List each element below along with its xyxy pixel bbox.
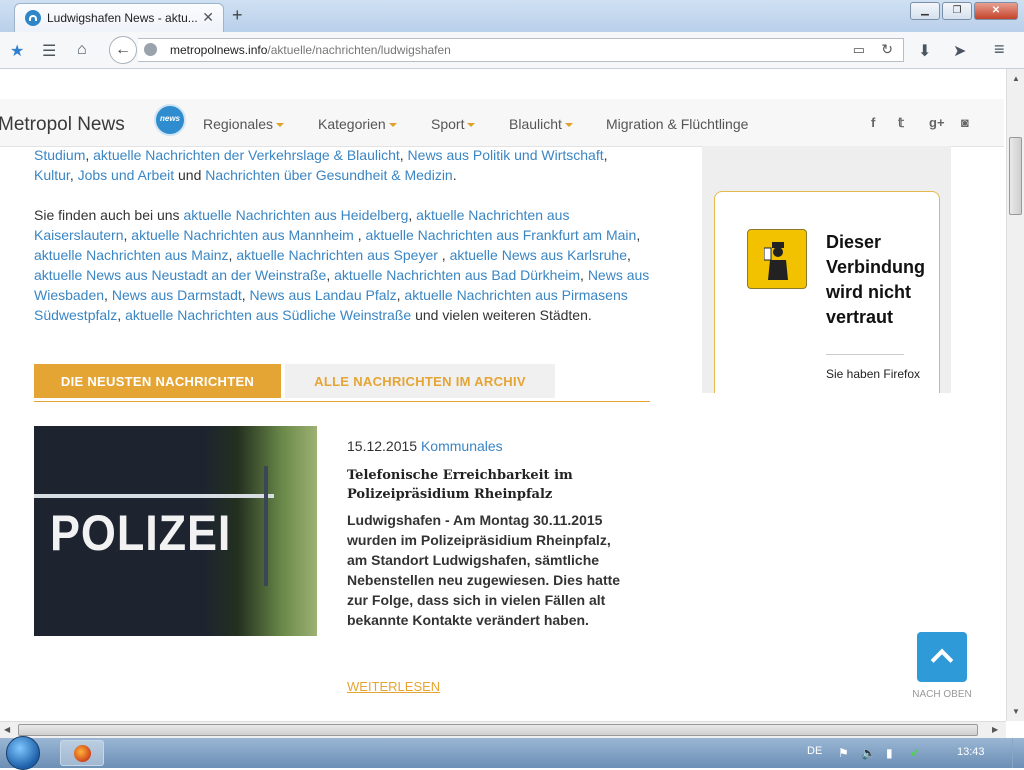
vertical-scrollbar[interactable]: ▲ ▼ bbox=[1006, 69, 1024, 721]
sidebar: Dieser Verbindung wird nicht vertraut Si… bbox=[702, 146, 951, 393]
horizontal-scrollbar[interactable]: ◀ ▶ bbox=[0, 721, 1006, 738]
firefox-taskbar-button[interactable] bbox=[60, 740, 104, 766]
link-bad-duerkheim[interactable]: aktuelle Nachrichten aus Bad Dürkheim bbox=[334, 267, 580, 283]
network-icon[interactable]: ▮ bbox=[886, 746, 893, 760]
menu-item-kategorien[interactable]: Kategorien bbox=[318, 116, 397, 132]
send-icon[interactable]: ➤ bbox=[953, 41, 966, 61]
link-darmstadt[interactable]: News aus Darmstadt bbox=[112, 287, 242, 303]
site-favicon-icon bbox=[25, 10, 41, 26]
link-studium[interactable]: Studium bbox=[34, 147, 85, 163]
language-indicator[interactable]: DE bbox=[807, 745, 822, 757]
hamburger-menu-icon[interactable]: ≡ bbox=[994, 39, 1005, 60]
home-icon[interactable]: ⌂ bbox=[77, 41, 87, 59]
menu-item-migration[interactable]: Migration & Flüchtlinge bbox=[606, 116, 748, 132]
reading-list-icon[interactable]: ☰ bbox=[42, 41, 56, 61]
caret-down-icon bbox=[564, 123, 573, 128]
link-mannheim[interactable]: aktuelle Nachrichten aus Mannheim bbox=[131, 227, 354, 243]
minimize-button[interactable]: ▁ bbox=[910, 2, 940, 20]
article-image[interactable]: POLIZEI bbox=[34, 426, 317, 636]
link-landau[interactable]: News aus Landau Pfalz bbox=[250, 287, 397, 303]
warning-text: Sie haben Firefox bbox=[826, 367, 921, 381]
bookmark-star-icon[interactable]: ★ bbox=[10, 41, 24, 61]
link-speyer[interactable]: aktuelle Nachrichten aus Speyer bbox=[236, 247, 438, 263]
link-mainz[interactable]: aktuelle Nachrichten aus Mainz bbox=[34, 247, 229, 263]
close-window-button[interactable]: ✕ bbox=[974, 2, 1018, 20]
horizontal-scroll-thumb[interactable] bbox=[18, 724, 978, 736]
volume-icon[interactable]: 🔈 bbox=[861, 746, 876, 760]
maximize-button[interactable]: ❐ bbox=[942, 2, 972, 20]
browser-titlebar: Ludwigshafen News - aktu... ✕ + ▁ ❐ ✕ bbox=[0, 0, 1024, 32]
reader-view-icon[interactable]: ▭ bbox=[853, 42, 865, 58]
instagram-icon[interactable]: ◙ bbox=[961, 115, 969, 130]
link-gesundheit-medizin[interactable]: Nachrichten über Gesundheit & Medizin bbox=[205, 167, 452, 183]
twitter-icon[interactable]: 𝕥 bbox=[898, 115, 904, 131]
article-image-text: POLIZEI bbox=[50, 505, 232, 561]
update-check-icon[interactable]: ✔ bbox=[910, 746, 920, 760]
browser-navbar: ★ ☰ ⌂ ← metropolnews.info/aktuelle/nachr… bbox=[0, 32, 1024, 69]
link-neustadt[interactable]: aktuelle News aus Neustadt an der Weinst… bbox=[34, 267, 326, 283]
action-center-flag-icon[interactable]: ⚑ bbox=[838, 746, 849, 760]
untrusted-connection-frame: Dieser Verbindung wird nicht vertraut Si… bbox=[714, 191, 940, 393]
article-date: 15.12.2015 bbox=[347, 438, 418, 454]
scroll-down-icon[interactable]: ▼ bbox=[1012, 707, 1020, 716]
browser-tab[interactable]: Ludwigshafen News - aktu... ✕ bbox=[14, 3, 224, 32]
new-tab-button[interactable]: + bbox=[232, 5, 243, 26]
warning-title: Dieser Verbindung wird nicht vertraut bbox=[826, 232, 925, 327]
download-icon[interactable]: ⬇ bbox=[918, 41, 931, 61]
firefox-icon bbox=[74, 745, 91, 762]
link-karlsruhe[interactable]: aktuelle News aus Karlsruhe bbox=[450, 247, 627, 263]
link-suedliche-weinstrasse[interactable]: aktuelle Nachrichten aus Südliche Weinst… bbox=[125, 307, 411, 323]
tab-title: Ludwigshafen News - aktu... bbox=[47, 11, 198, 25]
link-jobs-arbeit[interactable]: Jobs und Arbeit bbox=[78, 167, 175, 183]
windows-taskbar: DE ⚑ 🔈 ▮ ✔ 13:43 bbox=[0, 736, 1024, 770]
site-logo[interactable]: news bbox=[154, 104, 186, 136]
article-title[interactable]: Telefonische Erreichbarkeit im Polizeipr… bbox=[347, 466, 607, 504]
url-bar[interactable]: metropolnews.info/aktuelle/nachrichten/l… bbox=[138, 38, 904, 62]
tab-archive[interactable]: ALLE NACHRICHTEN IM ARCHIV bbox=[285, 364, 555, 398]
tab-newest-news[interactable]: DIE NEUSTEN NACHRICHTEN bbox=[34, 364, 281, 398]
show-desktop-button[interactable] bbox=[1012, 738, 1024, 768]
news-tabs: DIE NEUSTEN NACHRICHTEN ALLE NACHRICHTEN… bbox=[34, 364, 650, 402]
link-kultur[interactable]: Kultur bbox=[34, 167, 70, 183]
caret-down-icon bbox=[276, 123, 285, 128]
article-excerpt: Ludwigshafen - Am Montag 30.11.2015 wurd… bbox=[347, 512, 621, 628]
policeman-warning-icon bbox=[747, 229, 807, 289]
back-to-top-label: NACH OBEN bbox=[912, 689, 972, 700]
site-brand[interactable]: Metropol News bbox=[0, 114, 125, 136]
intro-paragraph-2: Sie finden auch bei uns aktuelle Nachric… bbox=[34, 207, 650, 323]
scroll-right-icon[interactable]: ▶ bbox=[992, 725, 998, 734]
link-verkehrslage-blaulicht[interactable]: aktuelle Nachrichten der Verkehrslage & … bbox=[93, 147, 400, 163]
link-heidelberg[interactable]: aktuelle Nachrichten aus Heidelberg bbox=[183, 207, 408, 223]
link-frankfurt[interactable]: aktuelle Nachrichten aus Frankfurt am Ma… bbox=[366, 227, 637, 243]
read-more-link[interactable]: WEITERLESEN bbox=[347, 679, 440, 694]
start-button[interactable] bbox=[6, 736, 40, 770]
globe-icon bbox=[144, 43, 157, 56]
reload-icon[interactable]: ↻ bbox=[881, 41, 893, 58]
back-button[interactable]: ← bbox=[109, 36, 137, 64]
menu-item-regionales[interactable]: Regionales bbox=[203, 116, 285, 132]
close-tab-icon[interactable]: ✕ bbox=[202, 9, 214, 26]
back-to-top-button[interactable] bbox=[917, 632, 967, 682]
caret-down-icon bbox=[467, 123, 476, 128]
scroll-left-icon[interactable]: ◀ bbox=[4, 725, 10, 734]
site-header: Metropol News news Regionales Kategorien… bbox=[0, 99, 1004, 147]
link-politik-wirtschaft[interactable]: News aus Politik und Wirtschaft bbox=[408, 147, 604, 163]
article-category-link[interactable]: Kommunales bbox=[421, 438, 503, 454]
caret-down-icon bbox=[388, 123, 397, 128]
menu-item-blaulicht[interactable]: Blaulicht bbox=[509, 116, 573, 132]
google-plus-icon[interactable]: g+ bbox=[929, 115, 945, 130]
taskbar-clock[interactable]: 13:43 bbox=[957, 746, 985, 758]
intro-paragraph-1: Studium, aktuelle Nachrichten der Verkeh… bbox=[34, 147, 608, 183]
menu-item-sport[interactable]: Sport bbox=[431, 116, 476, 132]
article-meta: 15.12.2015 Kommunales bbox=[347, 438, 503, 454]
scroll-up-icon[interactable]: ▲ bbox=[1012, 74, 1020, 83]
url-text: metropolnews.info/aktuelle/nachrichten/l… bbox=[170, 43, 451, 57]
facebook-icon[interactable]: f bbox=[871, 115, 875, 130]
intro-text: Studium, aktuelle Nachrichten der Verkeh… bbox=[34, 145, 654, 325]
vertical-scroll-thumb[interactable] bbox=[1009, 137, 1022, 215]
